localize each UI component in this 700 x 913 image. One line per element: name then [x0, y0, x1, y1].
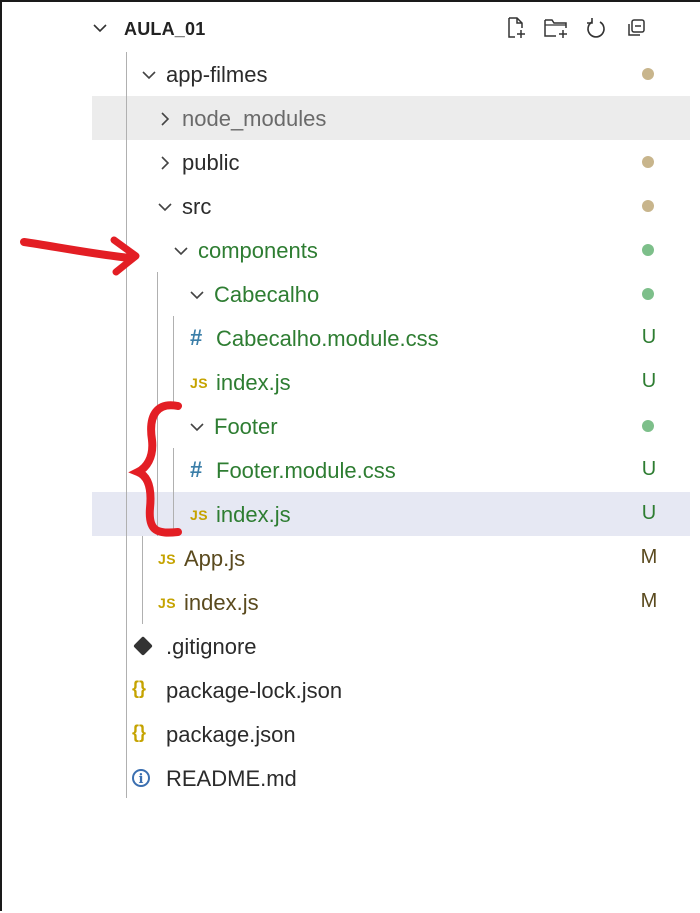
chevron-down-icon[interactable] [156, 198, 174, 216]
explorer-header[interactable]: AULA_01 [2, 2, 700, 54]
chevron-right-icon[interactable] [156, 110, 174, 128]
collapse-all-icon [628, 19, 645, 36]
tree-item-index-js[interactable]: JS index.js M [2, 580, 700, 624]
tree-item-app-js[interactable]: JS App.js M [2, 536, 700, 580]
indent-guide [126, 52, 127, 798]
js-file-icon: JS [158, 595, 177, 611]
tree-item-label: index.js [216, 370, 291, 395]
tree-item-readme-md[interactable]: i README.md [2, 756, 700, 800]
json-file-icon: {} [132, 678, 147, 698]
tree-item-src[interactable]: src [2, 184, 700, 228]
new-folder-button[interactable] [542, 14, 570, 42]
chevron-down-icon[interactable] [140, 66, 158, 84]
tree-item-node-modules[interactable]: node_modules [2, 96, 700, 140]
tree-item-label: Footer [214, 414, 278, 439]
tree-item-label: Cabecalho [214, 282, 320, 307]
css-file-icon: # [190, 457, 203, 482]
tree-item-label: src [182, 194, 212, 219]
explorer-actions [502, 14, 650, 42]
css-file-icon: # [190, 325, 203, 350]
refresh-button[interactable] [582, 14, 610, 42]
git-status-badge: U [641, 326, 657, 348]
tree-item-footer[interactable]: Footer [2, 404, 700, 448]
git-status-badge: U [641, 502, 657, 524]
tree-item-label: .gitignore [166, 634, 257, 659]
chevron-down-icon[interactable] [188, 286, 206, 304]
js-file-icon: JS [190, 507, 209, 523]
git-status-badge: U [641, 370, 657, 392]
tree-item-label: public [182, 150, 240, 175]
tree-item-index-js[interactable]: JS index.js U [2, 492, 700, 536]
git-file-icon [133, 636, 153, 656]
indent-guide [157, 272, 158, 536]
js-file-icon: JS [190, 375, 209, 391]
chevron-down-icon[interactable] [188, 418, 206, 436]
tree-item-label: Footer.module.css [216, 458, 396, 483]
indent-guide [173, 316, 174, 404]
tree-item-label: components [198, 238, 318, 263]
tree-item-footer-module-css[interactable]: # Footer.module.css U [2, 448, 700, 492]
tree-item-index-js[interactable]: JS index.js U [2, 360, 700, 404]
git-status-dot [642, 68, 654, 80]
tree-item-label: App.js [184, 546, 246, 571]
indent-guide [173, 448, 174, 536]
tree-item-label: index.js [216, 502, 291, 527]
js-file-icon: JS [158, 551, 177, 567]
tree-item-cabecalho-module-css[interactable]: # Cabecalho.module.css U [2, 316, 700, 360]
tree-item-package-lock-json[interactable]: {} package-lock.json [2, 668, 700, 712]
tree-item-label: index.js [184, 590, 259, 615]
workspace-title: AULA_01 [124, 19, 206, 39]
chevron-right-icon[interactable] [156, 154, 174, 172]
indent-guide [142, 536, 143, 624]
tree-item-label: README.md [166, 766, 297, 791]
new-folder-icon [544, 19, 567, 38]
chevron-down-icon[interactable] [90, 18, 110, 38]
new-file-button[interactable] [502, 14, 530, 42]
git-status-dot [642, 200, 654, 212]
git-status-dot [642, 156, 654, 168]
tree-item-label: Cabecalho.module.css [216, 326, 439, 351]
tree-item-label: node_modules [182, 106, 327, 131]
git-status-dot [642, 420, 654, 432]
git-status-badge: M [640, 546, 658, 568]
collapse-all-button[interactable] [622, 14, 650, 42]
tree-item-package-json[interactable]: {} package.json [2, 712, 700, 756]
explorer-panel: AULA_01 app-filmes node_modules public s… [0, 0, 700, 911]
tree-item-components[interactable]: components [2, 228, 700, 272]
info-icon: i [132, 769, 150, 787]
tree-item-public[interactable]: public [2, 140, 700, 184]
git-status-badge: M [640, 590, 658, 612]
git-status-dot [642, 288, 654, 300]
json-file-icon: {} [132, 722, 147, 742]
git-status-badge: U [641, 458, 657, 480]
new-file-icon [508, 17, 525, 38]
tree-item-app-filmes[interactable]: app-filmes [2, 52, 700, 96]
git-status-dot [642, 244, 654, 256]
tree-item-gitignore[interactable]: .gitignore [2, 624, 700, 668]
tree-item-label: package-lock.json [166, 678, 343, 703]
refresh-icon [587, 18, 605, 38]
chevron-down-icon[interactable] [172, 242, 190, 260]
tree-item-label: package.json [166, 722, 296, 747]
tree-item-label: app-filmes [166, 62, 268, 87]
file-tree: app-filmes node_modulespublic src component… [2, 52, 700, 800]
tree-item-cabecalho[interactable]: Cabecalho [2, 272, 700, 316]
